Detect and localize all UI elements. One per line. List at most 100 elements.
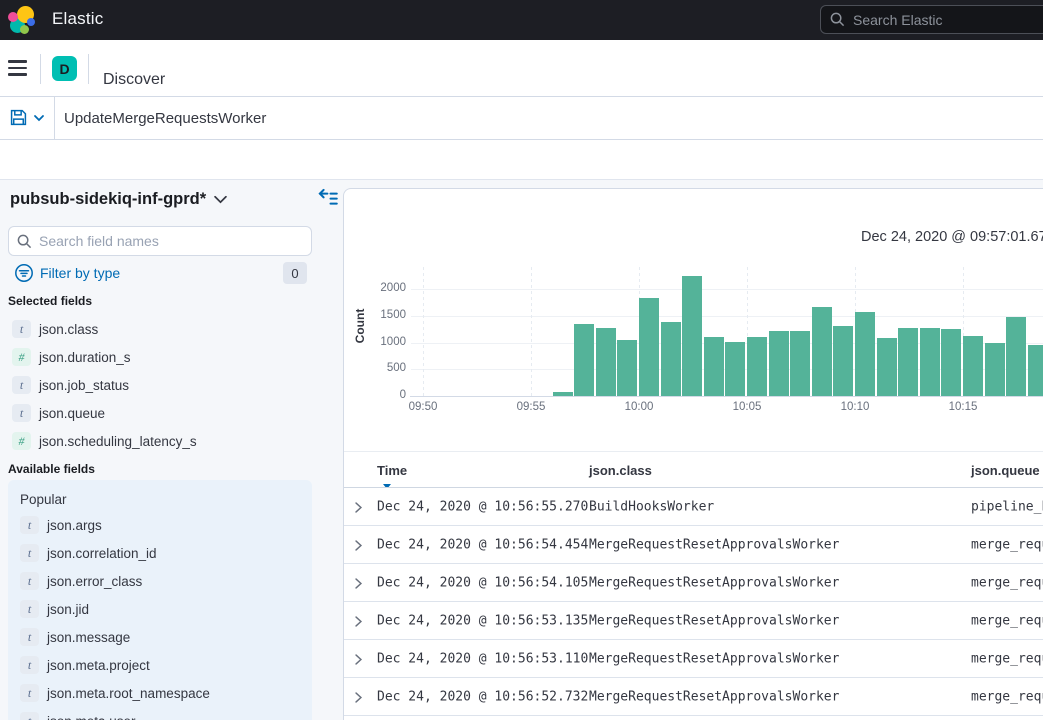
field-item[interactable]: t json.jid [8, 595, 312, 623]
field-name: json.meta.project [47, 658, 150, 673]
expand-row-icon[interactable] [352, 539, 365, 552]
doc-table-body: Dec 24, 2020 @ 10:56:55.270BuildHooksWor… [344, 488, 1043, 716]
table-row: Dec 24, 2020 @ 10:56:55.270BuildHooksWor… [344, 488, 1043, 526]
divider [88, 54, 89, 84]
field-type-badge: t [12, 404, 31, 422]
save-icon [10, 109, 27, 126]
x-tick: 09:50 [409, 401, 438, 413]
cell-json-class: MergeRequestResetApprovalsWorker [589, 575, 839, 590]
field-item[interactable]: #json.scheduling_latency_s [0, 427, 320, 455]
filter-icon [14, 263, 34, 283]
table-row: Dec 24, 2020 @ 10:56:54.105MergeRequestR… [344, 564, 1043, 602]
field-type-badge: t [20, 544, 39, 562]
save-query-menu[interactable] [0, 97, 55, 139]
query-input[interactable] [55, 97, 1035, 139]
index-pattern-switcher[interactable]: pubsub-sidekiq-inf-gprd* [10, 190, 227, 209]
time-range-label: Dec 24, 2020 @ 09:57:01.677 [861, 229, 1043, 245]
field-item[interactable]: tjson.queue [0, 399, 320, 427]
cell-time: Dec 24, 2020 @ 10:56:53.135 [377, 613, 588, 628]
histogram-bar[interactable] [833, 326, 853, 396]
cell-json-class: MergeRequestResetApprovalsWorker [589, 613, 839, 628]
field-item[interactable]: tjson.args [8, 511, 312, 539]
field-item[interactable]: tjson.message [8, 623, 312, 651]
histogram-bar[interactable] [877, 338, 897, 396]
histogram-bar[interactable] [812, 307, 832, 396]
elastic-logo-icon[interactable] [8, 6, 36, 34]
histogram-bar[interactable] [985, 343, 1005, 396]
search-icon [830, 12, 845, 27]
field-type-badge: t [20, 656, 39, 674]
y-tick: 1000 [350, 336, 406, 348]
field-type-badge: # [12, 348, 31, 366]
field-type-badge: t [12, 376, 31, 394]
histogram-bar[interactable] [1028, 345, 1043, 396]
field-item[interactable]: tjson.correlation_id [8, 539, 312, 567]
collapse-sidebar-icon[interactable] [318, 188, 338, 208]
column-header-json-queue[interactable]: json.queue [971, 463, 1040, 478]
expand-row-icon[interactable] [352, 653, 365, 666]
field-name: json.meta.user [47, 714, 136, 720]
field-item[interactable]: tjson.job_status [0, 371, 320, 399]
field-item[interactable]: tjson.meta.user [8, 707, 312, 720]
histogram-bar[interactable] [963, 336, 983, 396]
available-fields-heading: Available fields [8, 462, 95, 476]
field-type-badge: t [20, 600, 39, 618]
field-name: json.args [47, 518, 102, 533]
global-search-box[interactable] [820, 5, 1043, 34]
index-pattern-title: pubsub-sidekiq-inf-gprd* [10, 190, 206, 209]
popular-fields-section: Popular tjson.argstjson.correlation_idtj… [8, 480, 312, 720]
content-area: pubsub-sidekiq-inf-gprd* Filter by type … [0, 180, 1043, 720]
expand-row-icon[interactable] [352, 577, 365, 590]
field-item[interactable]: tjson.error_class [8, 567, 312, 595]
table-row: Dec 24, 2020 @ 10:56:53.110MergeRequestR… [344, 640, 1043, 678]
expand-row-icon[interactable] [352, 615, 365, 628]
histogram-bar[interactable] [596, 328, 616, 396]
chevron-down-icon [33, 113, 45, 123]
histogram-bar[interactable] [725, 342, 745, 396]
menu-icon[interactable] [8, 60, 27, 76]
histogram-bar[interactable] [661, 322, 681, 396]
histogram-bar[interactable] [617, 340, 637, 396]
histogram-bar[interactable] [790, 331, 810, 396]
histogram-bar[interactable] [1006, 317, 1026, 396]
field-item[interactable]: t json.meta.project [8, 651, 312, 679]
field-item[interactable]: tjson.meta.root_namespace [8, 679, 312, 707]
table-row: Dec 24, 2020 @ 10:56:54.454MergeRequestR… [344, 526, 1043, 564]
field-name: json.class [39, 322, 98, 337]
column-header-json-class[interactable]: json.class [589, 463, 652, 478]
table-row: Dec 24, 2020 @ 10:56:53.135MergeRequestR… [344, 602, 1043, 640]
field-name: json.jid [47, 602, 89, 617]
cell-time: Dec 24, 2020 @ 10:56:54.454 [377, 537, 588, 552]
field-search-box[interactable] [8, 226, 312, 256]
field-name: json.meta.root_namespace [47, 686, 210, 701]
field-item[interactable]: #json.duration_s [0, 343, 320, 371]
cell-json-queue: merge_reque [971, 689, 1043, 704]
discover-app-badge[interactable]: D [52, 56, 77, 81]
global-search-input[interactable] [853, 12, 1043, 28]
y-tick: 2000 [350, 282, 406, 294]
field-item[interactable]: tjson.class [0, 315, 320, 343]
histogram-bar[interactable] [898, 328, 918, 396]
histogram-bar[interactable] [682, 276, 702, 396]
cell-json-class: MergeRequestResetApprovalsWorker [589, 689, 839, 704]
cell-json-queue: merge_reque [971, 575, 1043, 590]
breadcrumb[interactable]: Discover [103, 71, 165, 89]
x-tick: 10:10 [841, 401, 870, 413]
header-nav-bar: D Discover [0, 40, 1043, 97]
query-bar [0, 97, 1043, 140]
field-search-input[interactable] [39, 233, 279, 249]
cell-json-queue: merge_reque [971, 537, 1043, 552]
expand-row-icon[interactable] [352, 691, 365, 704]
histogram-bar[interactable] [769, 331, 789, 396]
x-tick: 10:05 [733, 401, 762, 413]
histogram-bar[interactable] [747, 337, 767, 396]
histogram-bar[interactable] [941, 329, 961, 396]
histogram-bar[interactable] [920, 328, 940, 396]
y-gridline [411, 316, 1043, 317]
histogram-bar[interactable] [574, 324, 594, 396]
histogram-bar[interactable] [704, 337, 724, 396]
histogram-bar[interactable] [855, 312, 875, 396]
expand-row-icon[interactable] [352, 501, 365, 514]
filter-by-type-link[interactable]: Filter by type [40, 265, 120, 281]
histogram-bar[interactable] [639, 298, 659, 396]
